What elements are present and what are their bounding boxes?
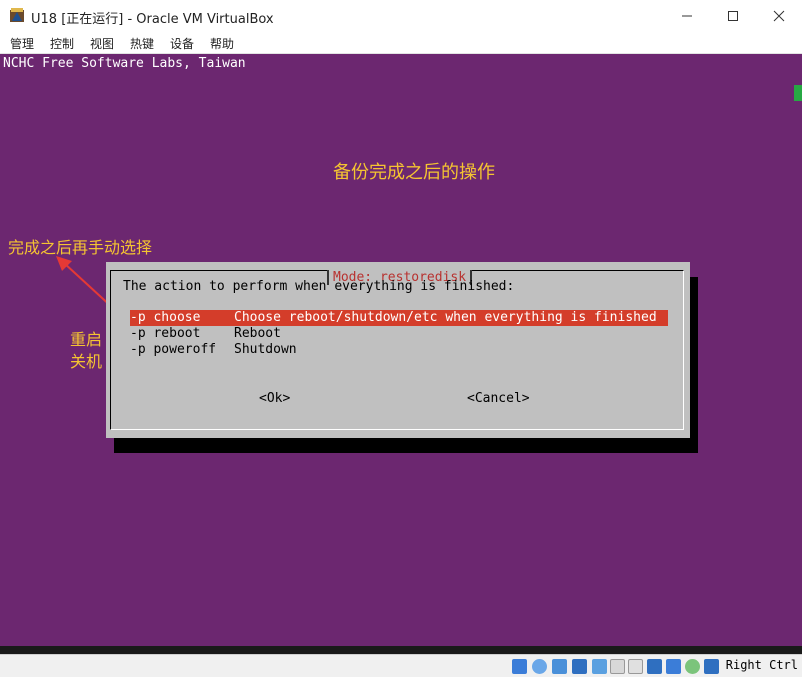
hard-disk-icon[interactable] — [512, 659, 527, 674]
console-cursor-indicator — [794, 85, 802, 101]
display-icon[interactable] — [628, 659, 643, 674]
dialog-frame: Mode: restoredisk The action to perform … — [110, 270, 684, 430]
window-titlebar: U18 [正在运行] - Oracle VM VirtualBox — [0, 0, 802, 31]
menu-control[interactable]: 控制 — [50, 35, 74, 52]
close-icon — [773, 10, 785, 21]
video-capture-icon[interactable] — [647, 659, 662, 674]
minimize-button[interactable] — [664, 0, 710, 31]
virtualbox-icon — [10, 8, 24, 22]
option-desc: Choose reboot/shutdown/etc when everythi… — [234, 310, 657, 325]
network-icon[interactable] — [572, 659, 587, 674]
vm-screen[interactable]: NCHC Free Software Labs, Taiwan 备份完成之后的操… — [0, 54, 802, 646]
shared-folder-icon[interactable] — [610, 659, 625, 674]
ok-button[interactable]: <Ok> — [259, 391, 290, 406]
maximize-icon — [728, 10, 738, 21]
keyboard-capture-icon[interactable] — [704, 659, 719, 674]
annotation-shutdown-note: 关机 — [70, 352, 103, 371]
console-banner: NCHC Free Software Labs, Taiwan — [3, 56, 246, 71]
window-title: U18 [正在运行] - Oracle VM VirtualBox — [31, 12, 274, 27]
minimize-icon — [682, 15, 692, 16]
optical-drive-icon[interactable] — [532, 659, 547, 674]
option-desc: Reboot — [234, 326, 281, 341]
option-poweroff[interactable]: -p poweroff Shutdown — [130, 342, 297, 358]
host-key-label: Right Ctrl — [725, 658, 798, 672]
mouse-integration-icon[interactable] — [685, 659, 700, 674]
option-desc: Shutdown — [234, 342, 297, 357]
audio-icon[interactable] — [552, 659, 567, 674]
option-tag: -p reboot — [130, 326, 201, 341]
restore-mode-dialog: Mode: restoredisk The action to perform … — [106, 262, 690, 438]
option-tag: -p choose — [130, 310, 201, 325]
virtualization-icon[interactable] — [666, 659, 681, 674]
menu-view[interactable]: 视图 — [90, 35, 114, 52]
vm-screen-bottom-edge — [0, 646, 802, 654]
menu-bar: 管理 控制 视图 热键 设备 帮助 — [0, 31, 802, 54]
usb-icon[interactable] — [592, 659, 607, 674]
option-choose[interactable]: -p choose Choose reboot/shutdown/etc when… — [130, 310, 668, 326]
menu-hotkeys[interactable]: 热键 — [130, 35, 154, 52]
close-button[interactable] — [756, 0, 802, 31]
menu-devices[interactable]: 设备 — [170, 35, 194, 52]
menu-manage[interactable]: 管理 — [10, 35, 34, 52]
annotation-title: 备份完成之后的操作 — [333, 162, 495, 183]
cancel-button[interactable]: <Cancel> — [467, 391, 530, 406]
option-reboot[interactable]: -p reboot Reboot — [130, 326, 281, 342]
dialog-prompt: The action to perform when everything is… — [123, 279, 515, 294]
status-bar: Right Ctrl — [0, 654, 802, 677]
menu-help[interactable]: 帮助 — [210, 35, 234, 52]
option-tag: -p poweroff — [130, 342, 217, 357]
maximize-button[interactable] — [710, 0, 756, 31]
